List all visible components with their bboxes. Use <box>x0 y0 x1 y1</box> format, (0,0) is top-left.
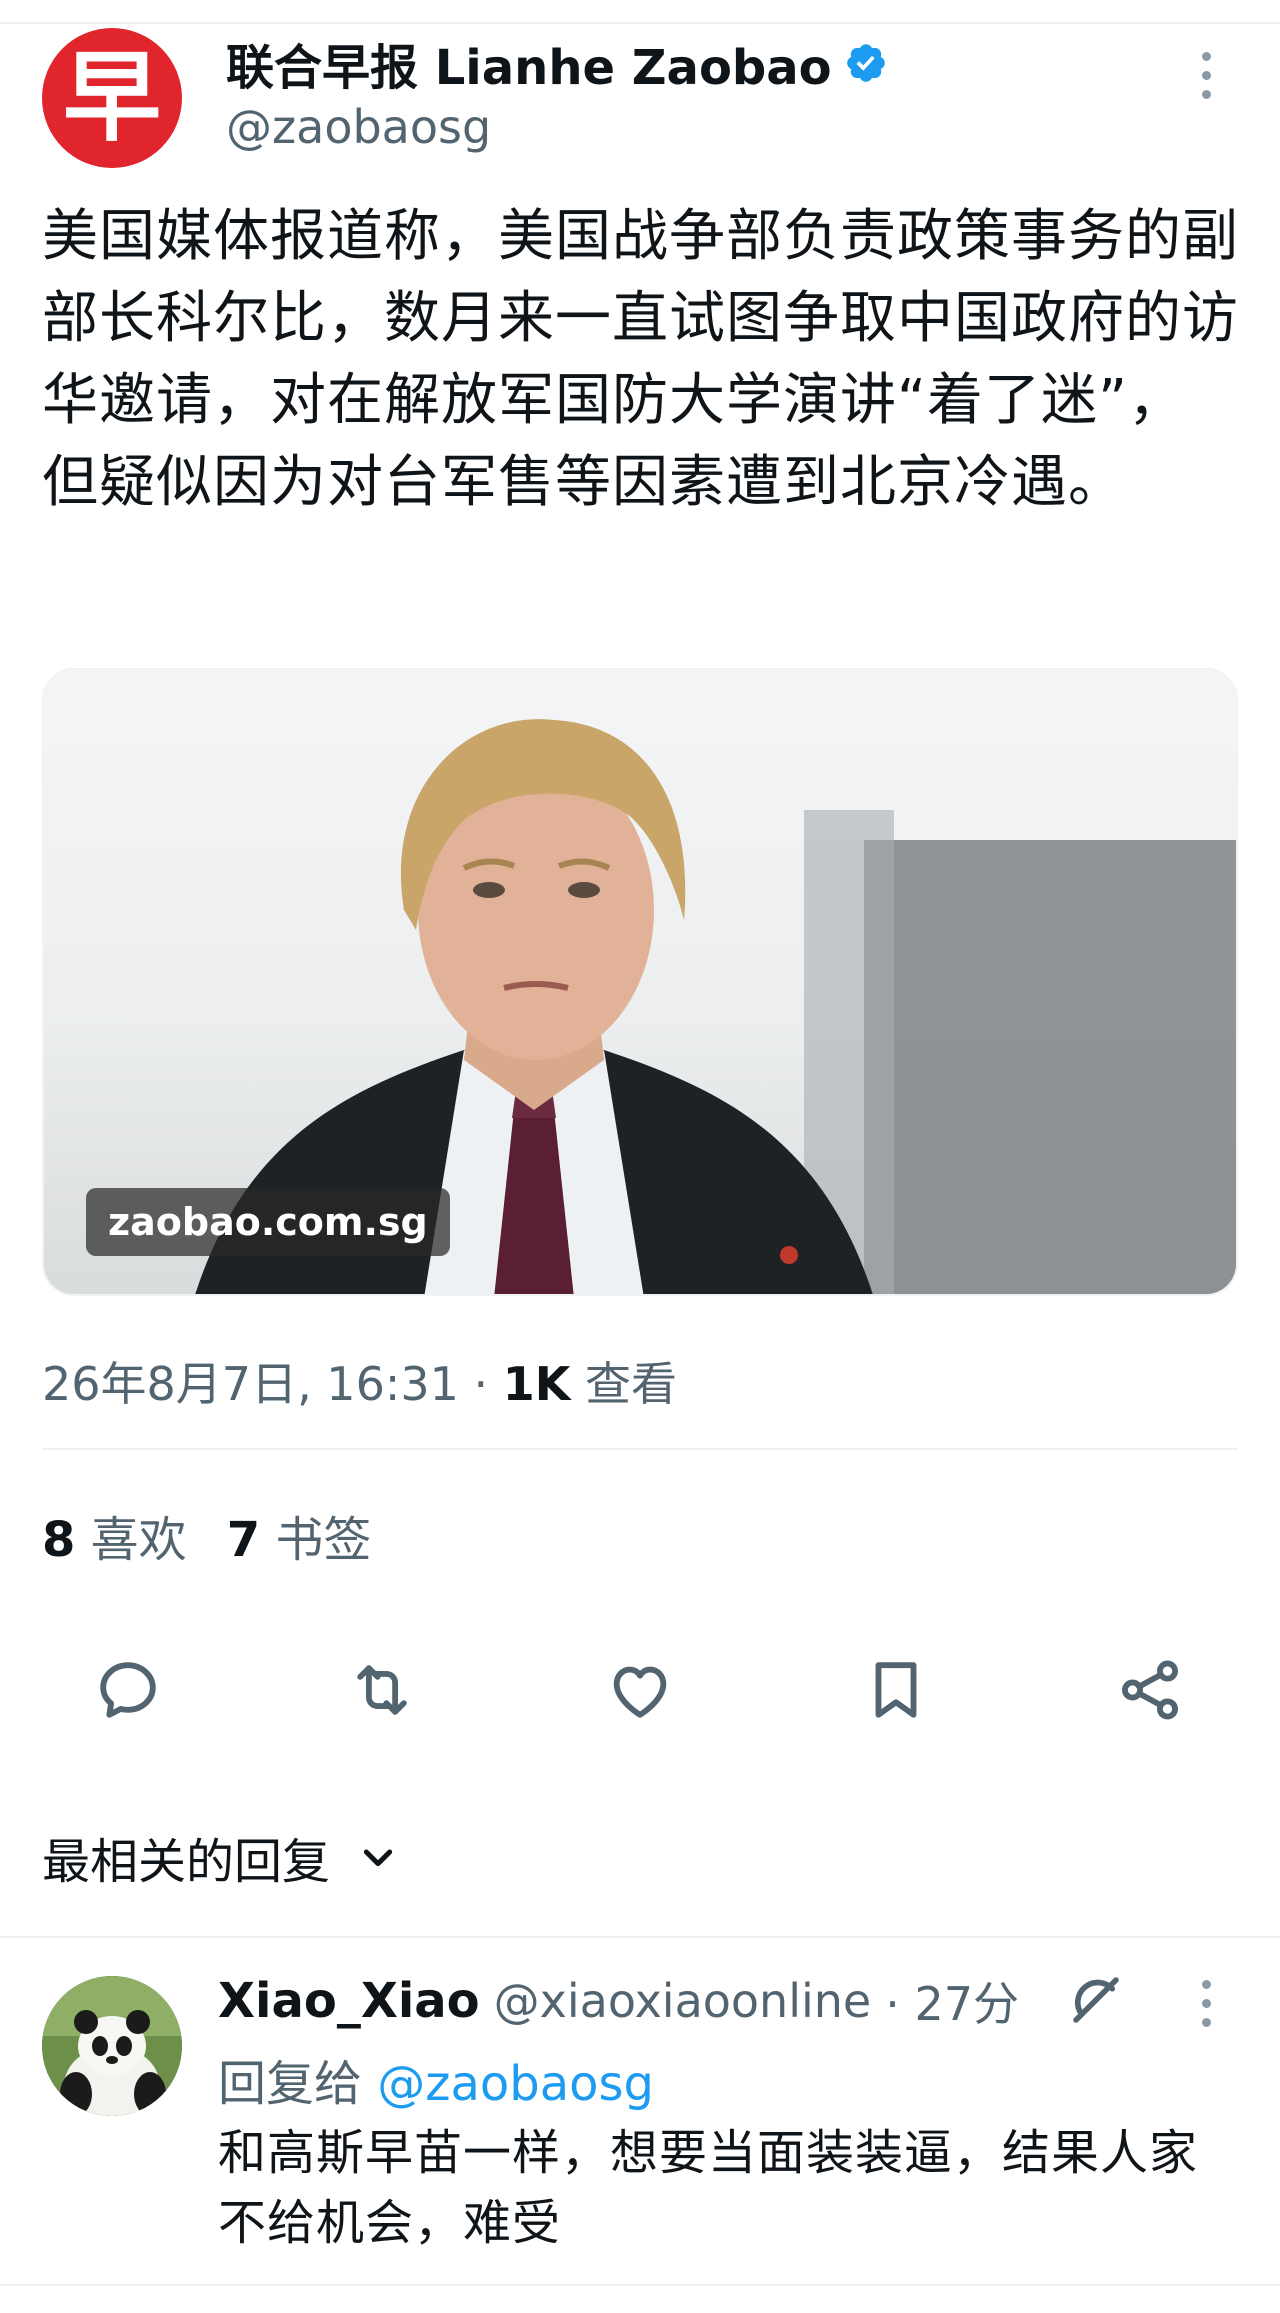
reply-icon <box>100 1662 156 1718</box>
likes-stat[interactable]: 8 喜欢 <box>42 1512 187 1568</box>
reply-author-row: Xiao_Xiao @xiaoxiaoonline · 27分 <box>218 1968 1019 2034</box>
action-bar <box>0 1650 1280 1730</box>
author-avatar[interactable]: 早 <box>42 28 182 168</box>
retweet-icon <box>357 1665 407 1715</box>
media-watermark: zaobao.com.sg <box>86 1188 450 1256</box>
views-label: 查看 <box>585 1357 678 1411</box>
meta-divider <box>42 1448 1238 1450</box>
retweet-button[interactable] <box>342 1650 422 1730</box>
reply-author-name[interactable]: Xiao_Xiao <box>218 1973 480 2029</box>
bookmarks-stat[interactable]: 7 书签 <box>227 1512 372 1568</box>
replies-divider <box>0 1936 1280 1938</box>
likes-count: 8 <box>42 1512 76 1568</box>
like-button[interactable] <box>600 1650 680 1730</box>
grok-icon[interactable] <box>1066 1970 1126 2030</box>
reply-author-avatar[interactable] <box>42 1976 182 2116</box>
author-display-name[interactable]: 联合早报 Lianhe Zaobao <box>226 28 832 98</box>
likes-label: 喜欢 <box>90 1512 187 1568</box>
replying-to-label: 回复给 <box>218 2056 363 2112</box>
tweet-meta: 26年8月7日, 16:31 · 1K 查看 <box>42 1348 677 1414</box>
bookmark-icon <box>875 1662 917 1718</box>
chevron-down-icon <box>363 1849 393 1867</box>
reply-sort-dropdown[interactable]: 最相关的回复 <box>42 1822 398 1892</box>
replying-to-line: 回复给 @zaobaosg <box>218 2044 654 2114</box>
reply-author-handle[interactable]: @xiaoxiaoonline <box>494 1974 872 2028</box>
meta-separator: · <box>458 1357 503 1411</box>
bottom-divider <box>0 2284 1280 2286</box>
reply-button[interactable] <box>88 1650 168 1730</box>
more-options-icon[interactable] <box>1194 52 1218 116</box>
views-count: 1K <box>502 1357 571 1411</box>
replying-to-mention[interactable]: @zaobaosg <box>377 2056 654 2112</box>
tweet-text: 美国媒体报道称，美国战争部负责政策事务的副部长科尔比，数月来一直试图争取中国政府… <box>42 204 1239 515</box>
bookmarks-count: 7 <box>226 1512 261 1568</box>
engagement-stats: 8 喜欢 7 书签 <box>42 1500 371 1570</box>
reply-more-options-icon[interactable] <box>1194 1980 1218 2044</box>
bookmark-button[interactable] <box>856 1650 936 1730</box>
tweet-timestamp[interactable]: 26年8月7日, 16:31 <box>42 1357 459 1411</box>
tweet-media-photo[interactable]: zaobao.com.sg <box>42 668 1238 1296</box>
verified-badge-icon <box>846 44 885 82</box>
author-handle[interactable]: @zaobaosg <box>226 100 491 154</box>
author-name-row[interactable]: 联合早报 Lianhe Zaobao <box>226 30 888 96</box>
avatar-logo-char: 早 <box>62 40 161 155</box>
top-divider <box>0 22 1280 24</box>
like-icon <box>613 1666 667 1718</box>
reply-time[interactable]: · 27分 <box>885 1968 1019 2034</box>
bookmarks-label: 书签 <box>275 1512 372 1568</box>
reply-text: 和高斯早苗一样，想要当面装装逼，结果人家不给机会，难受 <box>218 2125 1199 2251</box>
reply-sort-label: 最相关的回复 <box>42 1834 331 1890</box>
share-icon <box>1122 1660 1178 1720</box>
share-button[interactable] <box>1110 1650 1190 1730</box>
panda-avatar-image <box>42 1976 182 2116</box>
